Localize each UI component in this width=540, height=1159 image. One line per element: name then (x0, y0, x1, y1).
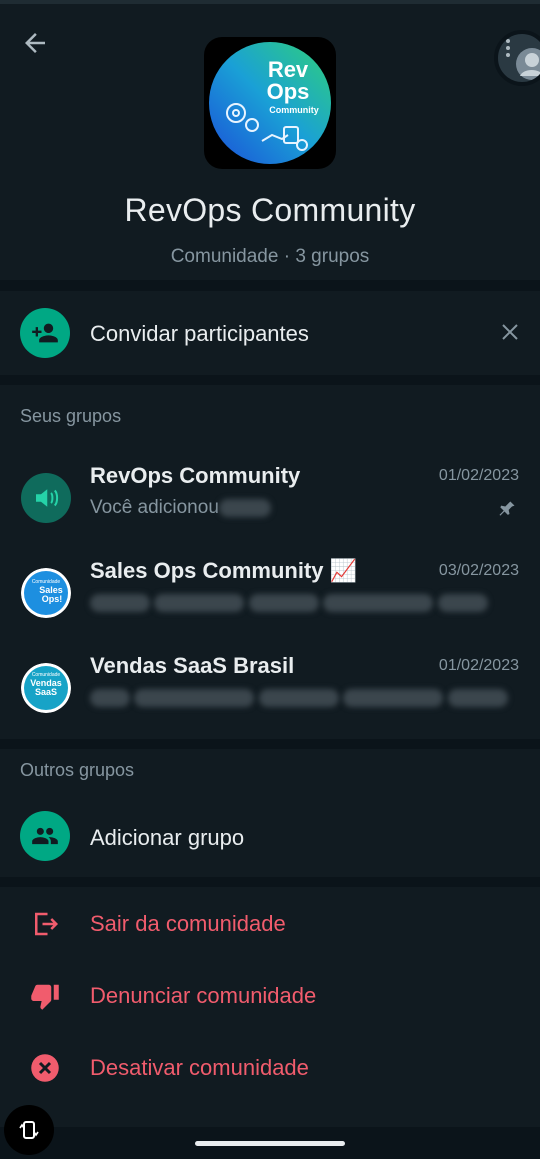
more-options-icon (506, 39, 510, 57)
announcement-icon (21, 473, 71, 523)
logo-text-community: Community (269, 105, 319, 115)
system-navigation-bar (0, 1105, 540, 1159)
logo-text-ops: Ops (267, 79, 310, 104)
your-groups-section: Seus grupos RevOps Community 01/02/2023 … (0, 385, 540, 739)
invite-participants-row[interactable]: Convidar participantes (0, 291, 540, 375)
group-last-message: Você adicionou (90, 497, 271, 519)
other-groups-title: Outros grupos (20, 760, 135, 780)
deactivate-community-label: Desativar comunidade (90, 1055, 309, 1080)
other-groups-section: Outros grupos Adicionar grupo (0, 749, 540, 877)
deactivate-community-button[interactable]: Desativar comunidade (0, 1035, 540, 1095)
your-groups-title: Seus grupos (20, 406, 122, 426)
community-logo: Rev Ops Community (204, 37, 336, 169)
avatar-text: SaaS (35, 687, 57, 697)
close-icon[interactable] (500, 322, 520, 342)
vendas-saas-avatar: Comunidade Vendas SaaS (21, 663, 71, 713)
group-date: 01/02/2023 (438, 657, 519, 674)
invite-label: Convidar participantes (90, 321, 309, 346)
group-icon (20, 811, 70, 861)
group-last-message-blurred (90, 689, 510, 711)
pin-icon (499, 501, 515, 516)
group-last-message-blurred (90, 594, 510, 616)
community-actions-section: Sair da comunidade Denunciar comunidade … (0, 887, 540, 1127)
add-person-icon (20, 308, 70, 358)
group-item-sales-ops[interactable]: Comunidade Sales Ops! Sales Ops Communit… (0, 558, 540, 653)
group-date: 01/02/2023 (438, 467, 519, 484)
rotate-screen-button[interactable] (4, 1105, 54, 1155)
report-community-label: Denunciar comunidade (90, 983, 317, 1008)
leave-community-label: Sair da comunidade (90, 911, 286, 936)
group-item-vendas-saas[interactable]: Comunidade Vendas SaaS Vendas SaaS Brasi… (0, 653, 540, 748)
back-arrow-icon[interactable] (20, 28, 50, 58)
add-group-label: Adicionar grupo (90, 825, 245, 850)
group-item-revops[interactable]: RevOps Community 01/02/2023 Você adicion… (0, 463, 540, 558)
thumbs-down-icon (31, 984, 59, 1010)
profile-avatar[interactable] (494, 30, 540, 86)
community-subtitle: Comunidade · 3 grupos (170, 246, 370, 267)
home-gesture-bar[interactable] (195, 1141, 345, 1146)
group-date: 03/02/2023 (438, 562, 519, 579)
leave-community-button[interactable]: Sair da comunidade (0, 891, 540, 951)
report-community-button[interactable]: Denunciar comunidade (0, 963, 540, 1023)
avatar-text: Ops! (42, 594, 63, 604)
group-name: RevOps Community (90, 463, 301, 488)
community-title: RevOps Community (124, 192, 416, 228)
sales-ops-avatar: Comunidade Sales Ops! (21, 568, 71, 618)
community-header: Rev Ops Community RevOps Community Comun… (0, 0, 540, 280)
group-name: Vendas SaaS Brasil (90, 653, 295, 678)
add-group-row[interactable]: Adicionar grupo (0, 797, 540, 875)
exit-icon (35, 912, 59, 936)
group-name: Sales Ops Community 📈 (90, 558, 358, 583)
rotate-icon (19, 1121, 39, 1139)
cancel-circle-icon (31, 1054, 59, 1082)
